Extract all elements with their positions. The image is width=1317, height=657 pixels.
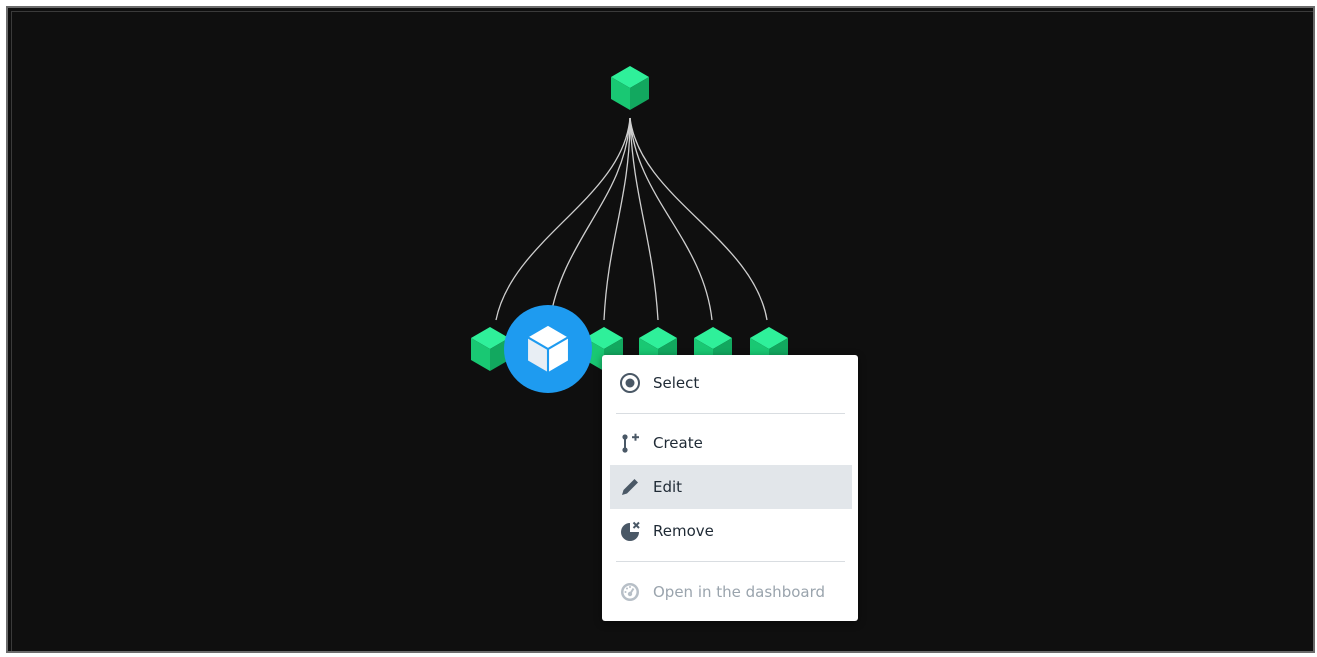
graph-canvas[interactable]: Select Create Edit Remove Open in the da… <box>6 6 1315 653</box>
branch-add-icon <box>618 431 642 455</box>
menu-divider <box>616 561 845 562</box>
edge-6 <box>629 117 768 321</box>
menu-item-label: Edit <box>653 478 683 496</box>
dashboard-gauge-icon <box>618 580 642 604</box>
edge-3 <box>603 117 631 321</box>
menu-item-open-dashboard[interactable]: Open in the dashboard <box>610 570 852 614</box>
edge-4 <box>629 117 659 321</box>
menu-item-create[interactable]: Create <box>610 421 852 465</box>
menu-item-edit[interactable]: Edit <box>610 465 852 509</box>
root-node[interactable] <box>611 66 649 110</box>
pie-remove-icon <box>618 519 642 543</box>
menu-item-label: Select <box>653 374 700 392</box>
menu-divider <box>616 413 845 414</box>
cube-icon <box>611 66 649 110</box>
radio-target-icon <box>618 371 642 395</box>
child-node-1[interactable] <box>471 327 509 371</box>
edge-1 <box>495 117 631 321</box>
menu-item-label: Create <box>653 434 703 452</box>
menu-item-select[interactable]: Select <box>610 361 852 405</box>
menu-item-label: Open in the dashboard <box>653 583 826 601</box>
menu-item-remove[interactable]: Remove <box>610 509 852 553</box>
pencil-icon <box>618 475 642 499</box>
context-menu: Select Create Edit Remove Open in the da… <box>602 355 858 621</box>
cube-icon <box>471 327 509 371</box>
edge-5 <box>629 117 713 321</box>
selected-node[interactable] <box>504 305 592 393</box>
menu-item-label: Remove <box>653 522 714 540</box>
edges <box>495 117 768 321</box>
